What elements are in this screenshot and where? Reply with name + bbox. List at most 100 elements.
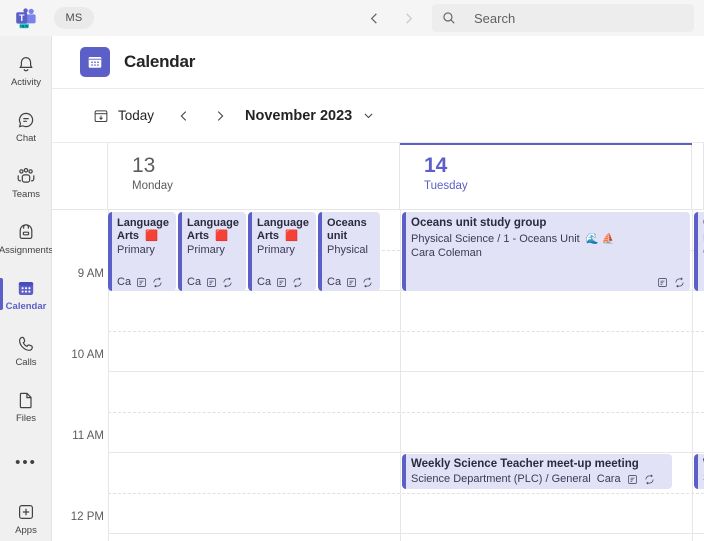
hour-label: 10 AM bbox=[71, 349, 104, 361]
title-bar: T NEW MS Search bbox=[0, 0, 704, 36]
event-subtitle: Primary bbox=[257, 244, 295, 256]
event-organizer: Cara bbox=[596, 473, 621, 486]
event-title: Weekly Science Teacher meet-up meeting bbox=[411, 458, 639, 470]
event-organizer: Ca bbox=[257, 276, 272, 289]
sidebar-item-calls[interactable]: Calls bbox=[0, 322, 52, 378]
event-organizer: Cara Coleman bbox=[411, 246, 482, 259]
recurring-icon bbox=[674, 277, 685, 288]
ocean-wave-emoji: 🌊 ⛵ bbox=[585, 233, 615, 245]
event-organizer: Ca bbox=[187, 276, 202, 289]
calendar-app-icon bbox=[80, 47, 110, 77]
sidebar-item-label: Apps bbox=[15, 524, 37, 536]
event-icons bbox=[657, 277, 685, 288]
sidebar-item-apps[interactable]: Apps bbox=[0, 490, 52, 541]
back-button[interactable] bbox=[360, 4, 388, 32]
event-title-line2: unit bbox=[327, 230, 348, 242]
event-title-line2: Arts bbox=[187, 230, 210, 242]
sidebar-item-label: Assignments bbox=[0, 244, 54, 256]
day-headers: 13 Monday 14 Tuesday bbox=[52, 143, 704, 210]
month-label: November 2023 bbox=[245, 107, 353, 124]
sidebar-item-label: Calls bbox=[15, 356, 37, 368]
recurring-icon bbox=[222, 277, 233, 288]
sidebar-item-calendar[interactable]: Calendar bbox=[0, 266, 52, 322]
calendar-event[interactable]: W S bbox=[694, 454, 704, 489]
calendar-event[interactable]: Weekly Science Teacher meet-up meeting S… bbox=[402, 454, 672, 489]
event-organizer: Ca bbox=[117, 276, 132, 289]
left-rail: Activity Chat Teams Assignments Calendar… bbox=[0, 36, 54, 541]
calendar-event[interactable]: Language Arts 🟥 Primary Ca bbox=[248, 212, 316, 291]
notes-icon[interactable] bbox=[627, 474, 638, 485]
next-period-button[interactable] bbox=[205, 101, 235, 131]
day-number: 14 bbox=[424, 154, 448, 177]
sidebar-item-label: Files bbox=[15, 412, 37, 424]
sidebar-item-activity[interactable]: Activity bbox=[0, 42, 52, 98]
today-button-label: Today bbox=[118, 108, 155, 123]
chevron-left-icon bbox=[370, 12, 377, 24]
sidebar-item-chat[interactable]: Chat bbox=[0, 98, 52, 154]
calendar-event[interactable]: Language Arts 🟥 Primary Ca bbox=[178, 212, 246, 291]
event-title-line2: Arts bbox=[257, 230, 280, 242]
hour-row[interactable]: 11 AM bbox=[52, 372, 704, 453]
calendar-event[interactable]: Language Arts 🟥 Primary Ca bbox=[108, 212, 176, 291]
event-footer: Ca bbox=[117, 276, 172, 289]
chevron-down-icon bbox=[362, 109, 375, 122]
calendar-event[interactable]: Oceans unit Physical Ca bbox=[318, 212, 380, 291]
recurring-icon bbox=[362, 277, 373, 288]
search-box[interactable]: Search bbox=[432, 4, 694, 32]
recurring-icon bbox=[292, 277, 303, 288]
half-hour-divider bbox=[108, 412, 704, 413]
hour-divider bbox=[108, 533, 704, 534]
event-title: Oceans unit study group bbox=[411, 217, 547, 229]
hour-row[interactable]: 10 AM bbox=[52, 291, 704, 372]
page-title: Calendar bbox=[124, 52, 196, 71]
chevron-left-icon bbox=[180, 110, 187, 121]
phone-icon bbox=[16, 333, 36, 355]
day-number: 13 bbox=[132, 154, 156, 177]
file-icon bbox=[16, 389, 36, 411]
backpack-icon bbox=[16, 221, 36, 243]
recurring-icon bbox=[152, 277, 163, 288]
teams-logo-icon[interactable]: T NEW bbox=[14, 6, 38, 30]
today-button[interactable]: Today bbox=[84, 103, 163, 129]
sidebar-item-assignments[interactable]: Assignments bbox=[0, 210, 54, 266]
event-footer: Ca bbox=[187, 276, 242, 289]
day-header-monday[interactable]: 13 Monday bbox=[108, 143, 400, 209]
event-subtitle: Physical Science / 1 - Oceans Unit bbox=[411, 233, 580, 246]
main-panel: Calendar Today November 2023 13 Monday 1… bbox=[52, 36, 704, 541]
sidebar-item-files[interactable]: Files bbox=[0, 378, 52, 434]
hour-label: 11 AM bbox=[72, 430, 104, 442]
notes-icon[interactable] bbox=[136, 277, 147, 288]
search-input[interactable]: Search bbox=[474, 11, 515, 26]
day-header-wednesday[interactable] bbox=[692, 143, 704, 209]
chat-icon bbox=[16, 109, 36, 131]
event-title: Language bbox=[187, 217, 239, 229]
event-title-line2: Arts bbox=[117, 230, 140, 242]
avatar[interactable]: MS bbox=[54, 7, 94, 29]
page-header: Calendar bbox=[52, 36, 704, 89]
notes-icon[interactable] bbox=[657, 277, 668, 288]
sidebar-more-button[interactable]: ••• bbox=[0, 434, 52, 490]
forward-button[interactable] bbox=[394, 4, 422, 32]
event-footer: Ca bbox=[327, 276, 376, 289]
day-name: Tuesday bbox=[424, 180, 468, 192]
calendar-event[interactable]: O P C bbox=[694, 212, 704, 291]
titlebar-nav bbox=[360, 4, 422, 32]
time-gutter-spacer bbox=[52, 143, 108, 209]
event-subtitle: Primary bbox=[187, 244, 225, 256]
time-grid: 9 AM 10 AM 11 AM 12 PM Language Arts 🟥 P… bbox=[52, 210, 704, 541]
sidebar-item-label: Teams bbox=[12, 188, 40, 200]
red-square-emoji: 🟥 bbox=[285, 230, 299, 243]
red-square-emoji: 🟥 bbox=[145, 230, 159, 243]
day-header-tuesday[interactable]: 14 Tuesday bbox=[400, 143, 692, 209]
notes-icon[interactable] bbox=[276, 277, 287, 288]
notes-icon[interactable] bbox=[206, 277, 217, 288]
sidebar-item-label: Calendar bbox=[5, 300, 47, 312]
month-picker[interactable]: November 2023 bbox=[245, 108, 375, 124]
event-subtitle: Science Department (PLC) / General bbox=[411, 473, 591, 486]
calendar-event[interactable]: Oceans unit study group Physical Science… bbox=[402, 212, 690, 291]
sidebar-item-teams[interactable]: Teams bbox=[0, 154, 52, 210]
teams-icon bbox=[15, 165, 37, 187]
notes-icon[interactable] bbox=[346, 277, 357, 288]
prev-period-button[interactable] bbox=[169, 101, 199, 131]
hour-label: 12 PM bbox=[70, 511, 104, 523]
